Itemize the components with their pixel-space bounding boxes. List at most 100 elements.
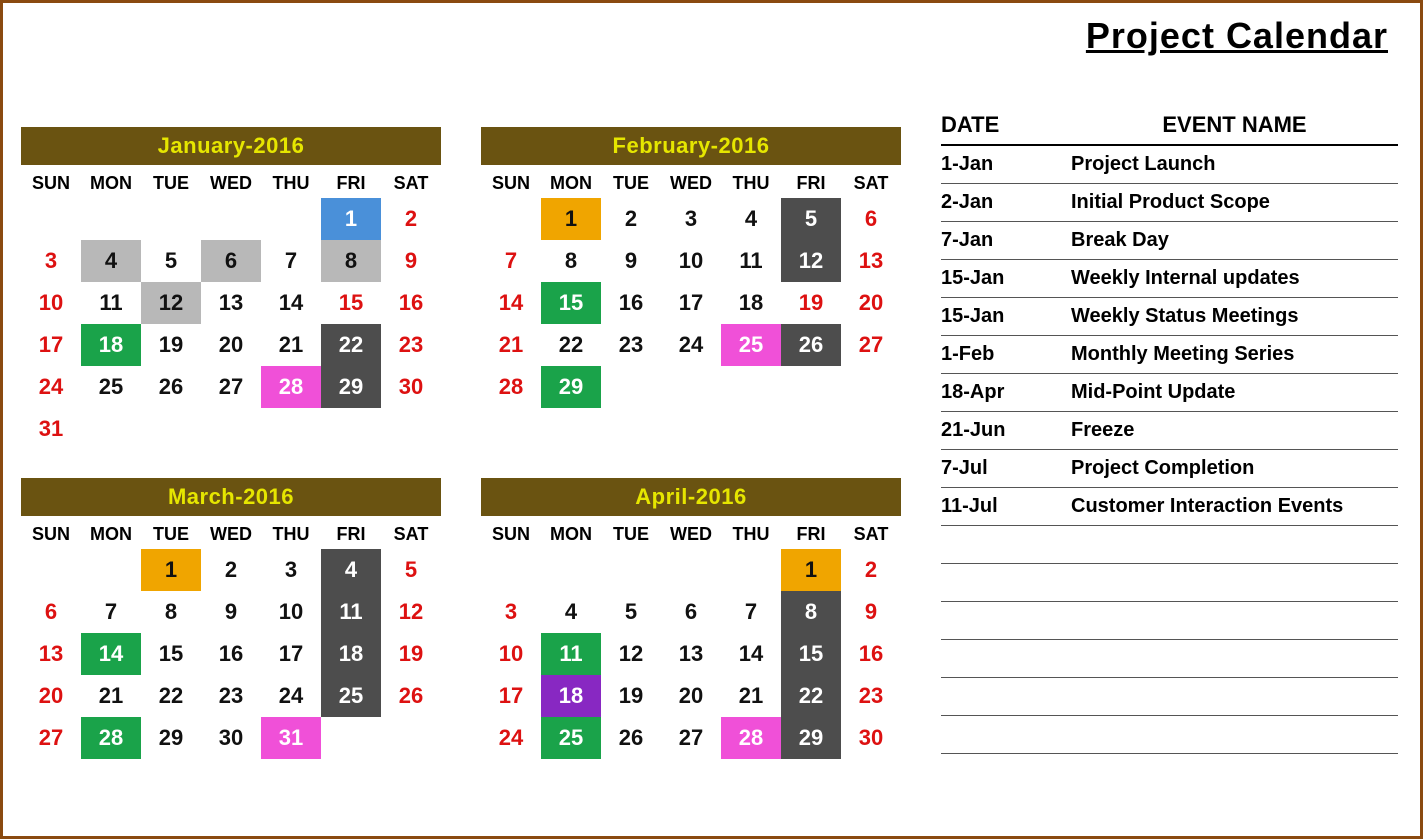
day-blank bbox=[81, 198, 141, 240]
event-name: Mid-Point Update bbox=[1071, 381, 1398, 404]
day-cell: 6 bbox=[21, 591, 81, 633]
day-cell: 6 bbox=[661, 591, 721, 633]
dow-cell: TUE bbox=[141, 524, 201, 545]
day-cell: 1 bbox=[781, 549, 841, 591]
day-cell: 20 bbox=[201, 324, 261, 366]
calendars-region: January-2016SUNMONTUEWEDTHUFRISAT1234567… bbox=[21, 127, 901, 759]
event-name: Project Completion bbox=[1071, 457, 1398, 480]
day-cell: 17 bbox=[21, 324, 81, 366]
day-cell: 29 bbox=[541, 366, 601, 408]
days-grid: 1234567891011121314151617181920212223242… bbox=[481, 198, 901, 408]
day-cell: 19 bbox=[381, 633, 441, 675]
day-cell: 14 bbox=[81, 633, 141, 675]
day-cell: 16 bbox=[601, 282, 661, 324]
days-grid: 1234567891011121314151617181920212223242… bbox=[21, 549, 441, 759]
day-blank bbox=[601, 549, 661, 591]
event-row: 1-JanProject Launch bbox=[941, 146, 1398, 184]
day-cell: 30 bbox=[381, 366, 441, 408]
month-block: January-2016SUNMONTUEWEDTHUFRISAT1234567… bbox=[21, 127, 441, 450]
event-date: 2-Jan bbox=[941, 191, 1071, 214]
dow-row: SUNMONTUEWEDTHUFRISAT bbox=[21, 165, 441, 198]
day-cell: 8 bbox=[541, 240, 601, 282]
dow-cell: MON bbox=[81, 524, 141, 545]
month-block: April-2016SUNMONTUEWEDTHUFRISAT123456789… bbox=[481, 478, 901, 759]
day-cell: 21 bbox=[261, 324, 321, 366]
day-cell: 7 bbox=[81, 591, 141, 633]
day-blank bbox=[21, 549, 81, 591]
day-cell: 4 bbox=[321, 549, 381, 591]
dow-cell: THU bbox=[721, 173, 781, 194]
day-cell: 7 bbox=[721, 591, 781, 633]
event-list: 1-JanProject Launch2-JanInitial Product … bbox=[941, 146, 1398, 754]
day-cell: 13 bbox=[661, 633, 721, 675]
day-cell: 24 bbox=[21, 366, 81, 408]
event-row: 1-FebMonthly Meeting Series bbox=[941, 336, 1398, 374]
day-cell: 21 bbox=[81, 675, 141, 717]
day-cell: 16 bbox=[381, 282, 441, 324]
dow-cell: TUE bbox=[601, 524, 661, 545]
dow-cell: THU bbox=[721, 524, 781, 545]
dow-cell: SAT bbox=[841, 173, 901, 194]
day-cell: 28 bbox=[261, 366, 321, 408]
day-cell: 13 bbox=[21, 633, 81, 675]
day-cell: 17 bbox=[661, 282, 721, 324]
event-date: 21-Jun bbox=[941, 419, 1071, 442]
dow-cell: MON bbox=[81, 173, 141, 194]
day-cell: 18 bbox=[321, 633, 381, 675]
event-date: 1-Jan bbox=[941, 153, 1071, 176]
dow-cell: TUE bbox=[601, 173, 661, 194]
event-row: 21-JunFreeze bbox=[941, 412, 1398, 450]
day-cell: 29 bbox=[781, 717, 841, 759]
day-blank bbox=[481, 198, 541, 240]
day-cell: 16 bbox=[841, 633, 901, 675]
day-cell: 14 bbox=[481, 282, 541, 324]
dow-cell: SAT bbox=[841, 524, 901, 545]
day-cell: 18 bbox=[81, 324, 141, 366]
day-cell: 12 bbox=[601, 633, 661, 675]
dow-row: SUNMONTUEWEDTHUFRISAT bbox=[21, 516, 441, 549]
day-cell: 26 bbox=[601, 717, 661, 759]
day-cell: 3 bbox=[481, 591, 541, 633]
day-cell: 21 bbox=[721, 675, 781, 717]
day-cell: 8 bbox=[321, 240, 381, 282]
day-cell: 11 bbox=[541, 633, 601, 675]
day-cell: 15 bbox=[781, 633, 841, 675]
day-cell: 13 bbox=[201, 282, 261, 324]
day-cell: 23 bbox=[381, 324, 441, 366]
day-cell: 3 bbox=[661, 198, 721, 240]
dow-cell: WED bbox=[661, 524, 721, 545]
day-cell: 25 bbox=[541, 717, 601, 759]
day-cell: 1 bbox=[541, 198, 601, 240]
day-cell: 9 bbox=[201, 591, 261, 633]
day-cell: 12 bbox=[141, 282, 201, 324]
day-cell: 10 bbox=[21, 282, 81, 324]
day-cell: 9 bbox=[601, 240, 661, 282]
day-cell: 26 bbox=[381, 675, 441, 717]
day-cell: 6 bbox=[841, 198, 901, 240]
day-cell: 17 bbox=[481, 675, 541, 717]
dow-cell: SUN bbox=[481, 524, 541, 545]
event-row: 7-JulProject Completion bbox=[941, 450, 1398, 488]
events-panel: DATE EVENT NAME 1-JanProject Launch2-Jan… bbox=[941, 112, 1398, 759]
day-cell: 23 bbox=[841, 675, 901, 717]
dow-cell: TUE bbox=[141, 173, 201, 194]
day-cell: 19 bbox=[601, 675, 661, 717]
day-cell: 13 bbox=[841, 240, 901, 282]
dow-cell: WED bbox=[201, 173, 261, 194]
day-cell: 15 bbox=[541, 282, 601, 324]
event-date: 1-Feb bbox=[941, 343, 1071, 366]
dow-cell: SUN bbox=[481, 173, 541, 194]
day-cell: 14 bbox=[261, 282, 321, 324]
day-cell: 15 bbox=[321, 282, 381, 324]
day-cell: 25 bbox=[81, 366, 141, 408]
day-cell: 31 bbox=[261, 717, 321, 759]
event-name: Freeze bbox=[1071, 419, 1398, 442]
event-row-blank bbox=[941, 640, 1398, 678]
day-cell: 16 bbox=[201, 633, 261, 675]
event-row: 15-JanWeekly Status Meetings bbox=[941, 298, 1398, 336]
day-cell: 4 bbox=[81, 240, 141, 282]
day-cell: 2 bbox=[201, 549, 261, 591]
event-row: 15-JanWeekly Internal updates bbox=[941, 260, 1398, 298]
dow-row: SUNMONTUEWEDTHUFRISAT bbox=[481, 165, 901, 198]
day-cell: 27 bbox=[661, 717, 721, 759]
